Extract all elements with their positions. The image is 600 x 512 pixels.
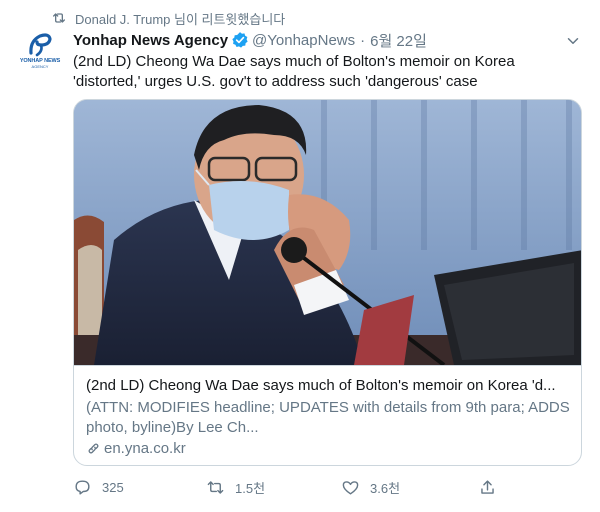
- avatar[interactable]: YONHAP NEWS AGENCY: [17, 28, 63, 74]
- card-title[interactable]: (2nd LD) Cheong Wa Dae says much of Bolt…: [86, 376, 571, 396]
- author-handle[interactable]: @YonhapNews: [252, 32, 355, 49]
- news-photo: [74, 100, 581, 365]
- tweet[interactable]: Donald J. Trump 님이 리트윗했습니다 YONHAP NEWS A…: [0, 0, 600, 512]
- avatar-logo-sub: AGENCY: [31, 64, 49, 69]
- tweet-text-line: (2nd LD) Cheong Wa Dae says much of Bolt…: [73, 53, 515, 70]
- reply-icon: [75, 479, 90, 495]
- reply-count: 325: [102, 479, 124, 495]
- reply-button[interactable]: 325: [73, 476, 124, 498]
- verified-badge-icon: [232, 32, 248, 48]
- chevron-down-icon[interactable]: [564, 32, 582, 50]
- retweet-icon: [207, 480, 224, 494]
- card-domain[interactable]: en.yna.co.kr: [86, 440, 571, 457]
- header-separator: ·: [360, 31, 366, 49]
- retweet-notice-text[interactable]: Donald J. Trump 님이 리트윗했습니다: [75, 9, 285, 28]
- card-image[interactable]: [74, 100, 581, 365]
- retweet-button[interactable]: 1.5천: [206, 476, 265, 498]
- link-card[interactable]: (2nd LD) Cheong Wa Dae says much of Bolt…: [73, 99, 582, 466]
- link-icon: [88, 443, 99, 454]
- retweet-icon: [53, 13, 65, 23]
- tweet-header: Yonhap News Agency @YonhapNews · 6월 22일: [73, 30, 427, 50]
- share-icon: [481, 479, 494, 494]
- card-description: (ATTN: MODIFIES headline; UPDATES with d…: [86, 399, 570, 436]
- action-bar: 325 1.5천 3.6천: [73, 476, 503, 498]
- heart-icon: [342, 480, 359, 495]
- yonhap-logo-icon: [29, 33, 52, 57]
- retweet-count: 1.5천: [235, 480, 266, 496]
- share-button[interactable]: [478, 476, 507, 498]
- like-button[interactable]: 3.6천: [341, 476, 400, 498]
- tweet-date[interactable]: 6월 22일: [370, 30, 427, 51]
- tweet-text: (2nd LD) Cheong Wa Dae says much of Bolt…: [73, 52, 583, 92]
- author-name[interactable]: Yonhap News Agency: [73, 32, 228, 49]
- tweet-text-line: 'distorted,' urges U.S. gov't to address…: [73, 73, 478, 90]
- card-body[interactable]: (2nd LD) Cheong Wa Dae says much of Bolt…: [74, 365, 581, 465]
- retweet-notice[interactable]: Donald J. Trump 님이 리트윗했습니다: [52, 9, 285, 28]
- card-domain-text[interactable]: en.yna.co.kr: [104, 440, 186, 457]
- like-count: 3.6천: [370, 480, 401, 496]
